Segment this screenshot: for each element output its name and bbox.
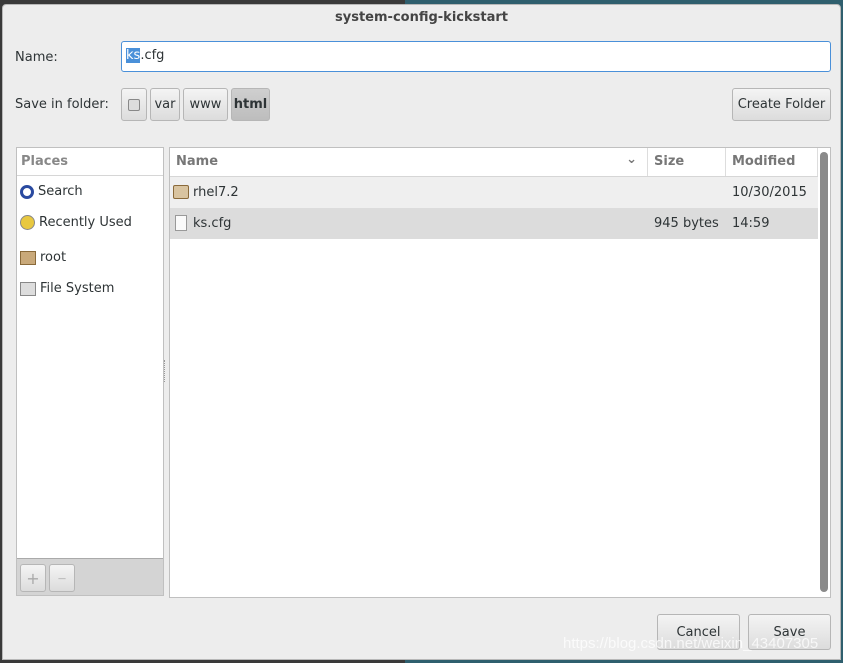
path-button-html[interactable]: html	[231, 88, 270, 121]
scrollbar[interactable]	[820, 152, 828, 592]
remove-bookmark-button[interactable]: —	[49, 564, 75, 592]
column-header-size[interactable]: Size	[648, 148, 726, 176]
search-icon	[20, 184, 34, 199]
places-item-search[interactable]: Search	[17, 176, 163, 207]
column-label: Name	[176, 154, 219, 169]
name-text: .cfg	[140, 48, 165, 63]
drive-icon	[128, 98, 140, 111]
places-item-label: Recently Used	[39, 215, 132, 230]
create-folder-button[interactable]: Create Folder	[732, 88, 831, 121]
places-item-label: File System	[40, 281, 115, 296]
path-button-root[interactable]	[121, 88, 147, 121]
places-item-root[interactable]: root	[17, 242, 163, 273]
file-row-ks.cfg[interactable]: ks.cfg 945 bytes 14:59	[170, 208, 818, 239]
places-toolbar: + —	[17, 558, 163, 595]
folder-icon	[173, 185, 189, 199]
watermark: https://blog.csdn.net/weixin_43407305	[563, 635, 819, 652]
name-label: Name:	[15, 50, 58, 65]
file-modified: 10/30/2015	[732, 185, 807, 200]
path-button-www[interactable]: www	[183, 88, 228, 121]
clock-icon	[20, 215, 35, 230]
file-modified: 14:59	[732, 216, 770, 231]
column-header-name[interactable]: Name ⌄	[170, 148, 648, 176]
selected-text: ks	[126, 48, 141, 63]
name-input[interactable]: ks.cfg	[121, 41, 831, 72]
window-title: system-config-kickstart	[335, 10, 508, 25]
chevron-down-icon: ⌄	[626, 152, 637, 167]
places-header: Places	[17, 148, 163, 176]
save-in-folder-label: Save in folder:	[15, 97, 109, 112]
file-size: 945 bytes	[654, 216, 719, 231]
places-item-recently-used[interactable]: Recently Used	[17, 207, 163, 238]
path-button-var[interactable]: var	[150, 88, 180, 121]
pane-resize-handle[interactable]	[164, 360, 167, 382]
file-icon	[175, 215, 187, 231]
file-name: ks.cfg	[193, 216, 232, 231]
file-list: Name ⌄ Size Modified rhel7.2 10/30/2015 k…	[169, 147, 831, 598]
places-item-file-system[interactable]: File System	[17, 273, 163, 304]
file-name: rhel7.2	[193, 185, 239, 200]
column-header-modified[interactable]: Modified	[726, 148, 818, 176]
file-row-rhel7.2[interactable]: rhel7.2 10/30/2015	[170, 177, 818, 208]
places-panel: Places Search Recently Used root File Sy…	[16, 147, 164, 596]
drive-icon	[20, 281, 36, 296]
add-bookmark-button[interactable]: +	[20, 564, 46, 592]
places-item-label: root	[40, 250, 67, 265]
places-item-label: Search	[38, 184, 83, 199]
save-dialog: system-config-kickstart Name: ks.cfg Sav…	[2, 4, 841, 660]
home-folder-icon	[20, 250, 36, 265]
